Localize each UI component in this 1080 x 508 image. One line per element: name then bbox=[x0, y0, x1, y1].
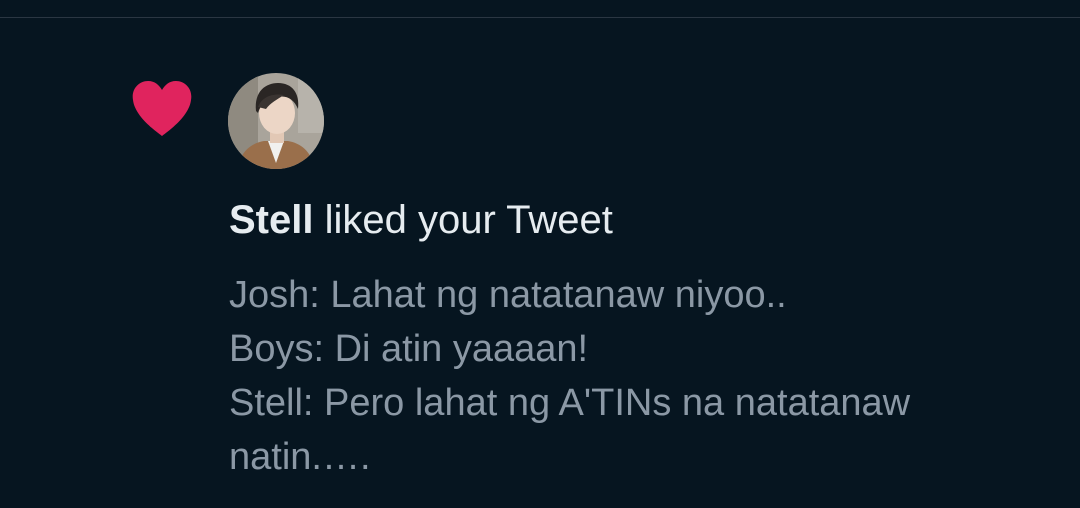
tweet-line: Josh: Lahat ng natatanaw niyoo.. bbox=[229, 274, 787, 316]
action-text: liked your Tweet bbox=[313, 198, 613, 242]
like-notification[interactable]: Stell liked your Tweet Josh: Lahat ng na… bbox=[0, 18, 1080, 508]
notification-headline: Stell liked your Tweet bbox=[229, 196, 613, 244]
avatar[interactable] bbox=[228, 73, 324, 169]
tweet-line: Stell: Pero lahat ng A'TINs na natatanaw bbox=[229, 382, 911, 424]
notifications-screen: Stell liked your Tweet Josh: Lahat ng na… bbox=[0, 0, 1080, 508]
user-name[interactable]: Stell bbox=[229, 198, 313, 242]
tweet-preview[interactable]: Josh: Lahat ng natatanaw niyoo.. Boys: D… bbox=[229, 268, 1059, 484]
heart-icon bbox=[131, 80, 193, 138]
tweet-line: natin.…. bbox=[229, 436, 371, 478]
tweet-line: Boys: Di atin yaaaan! bbox=[229, 328, 589, 370]
